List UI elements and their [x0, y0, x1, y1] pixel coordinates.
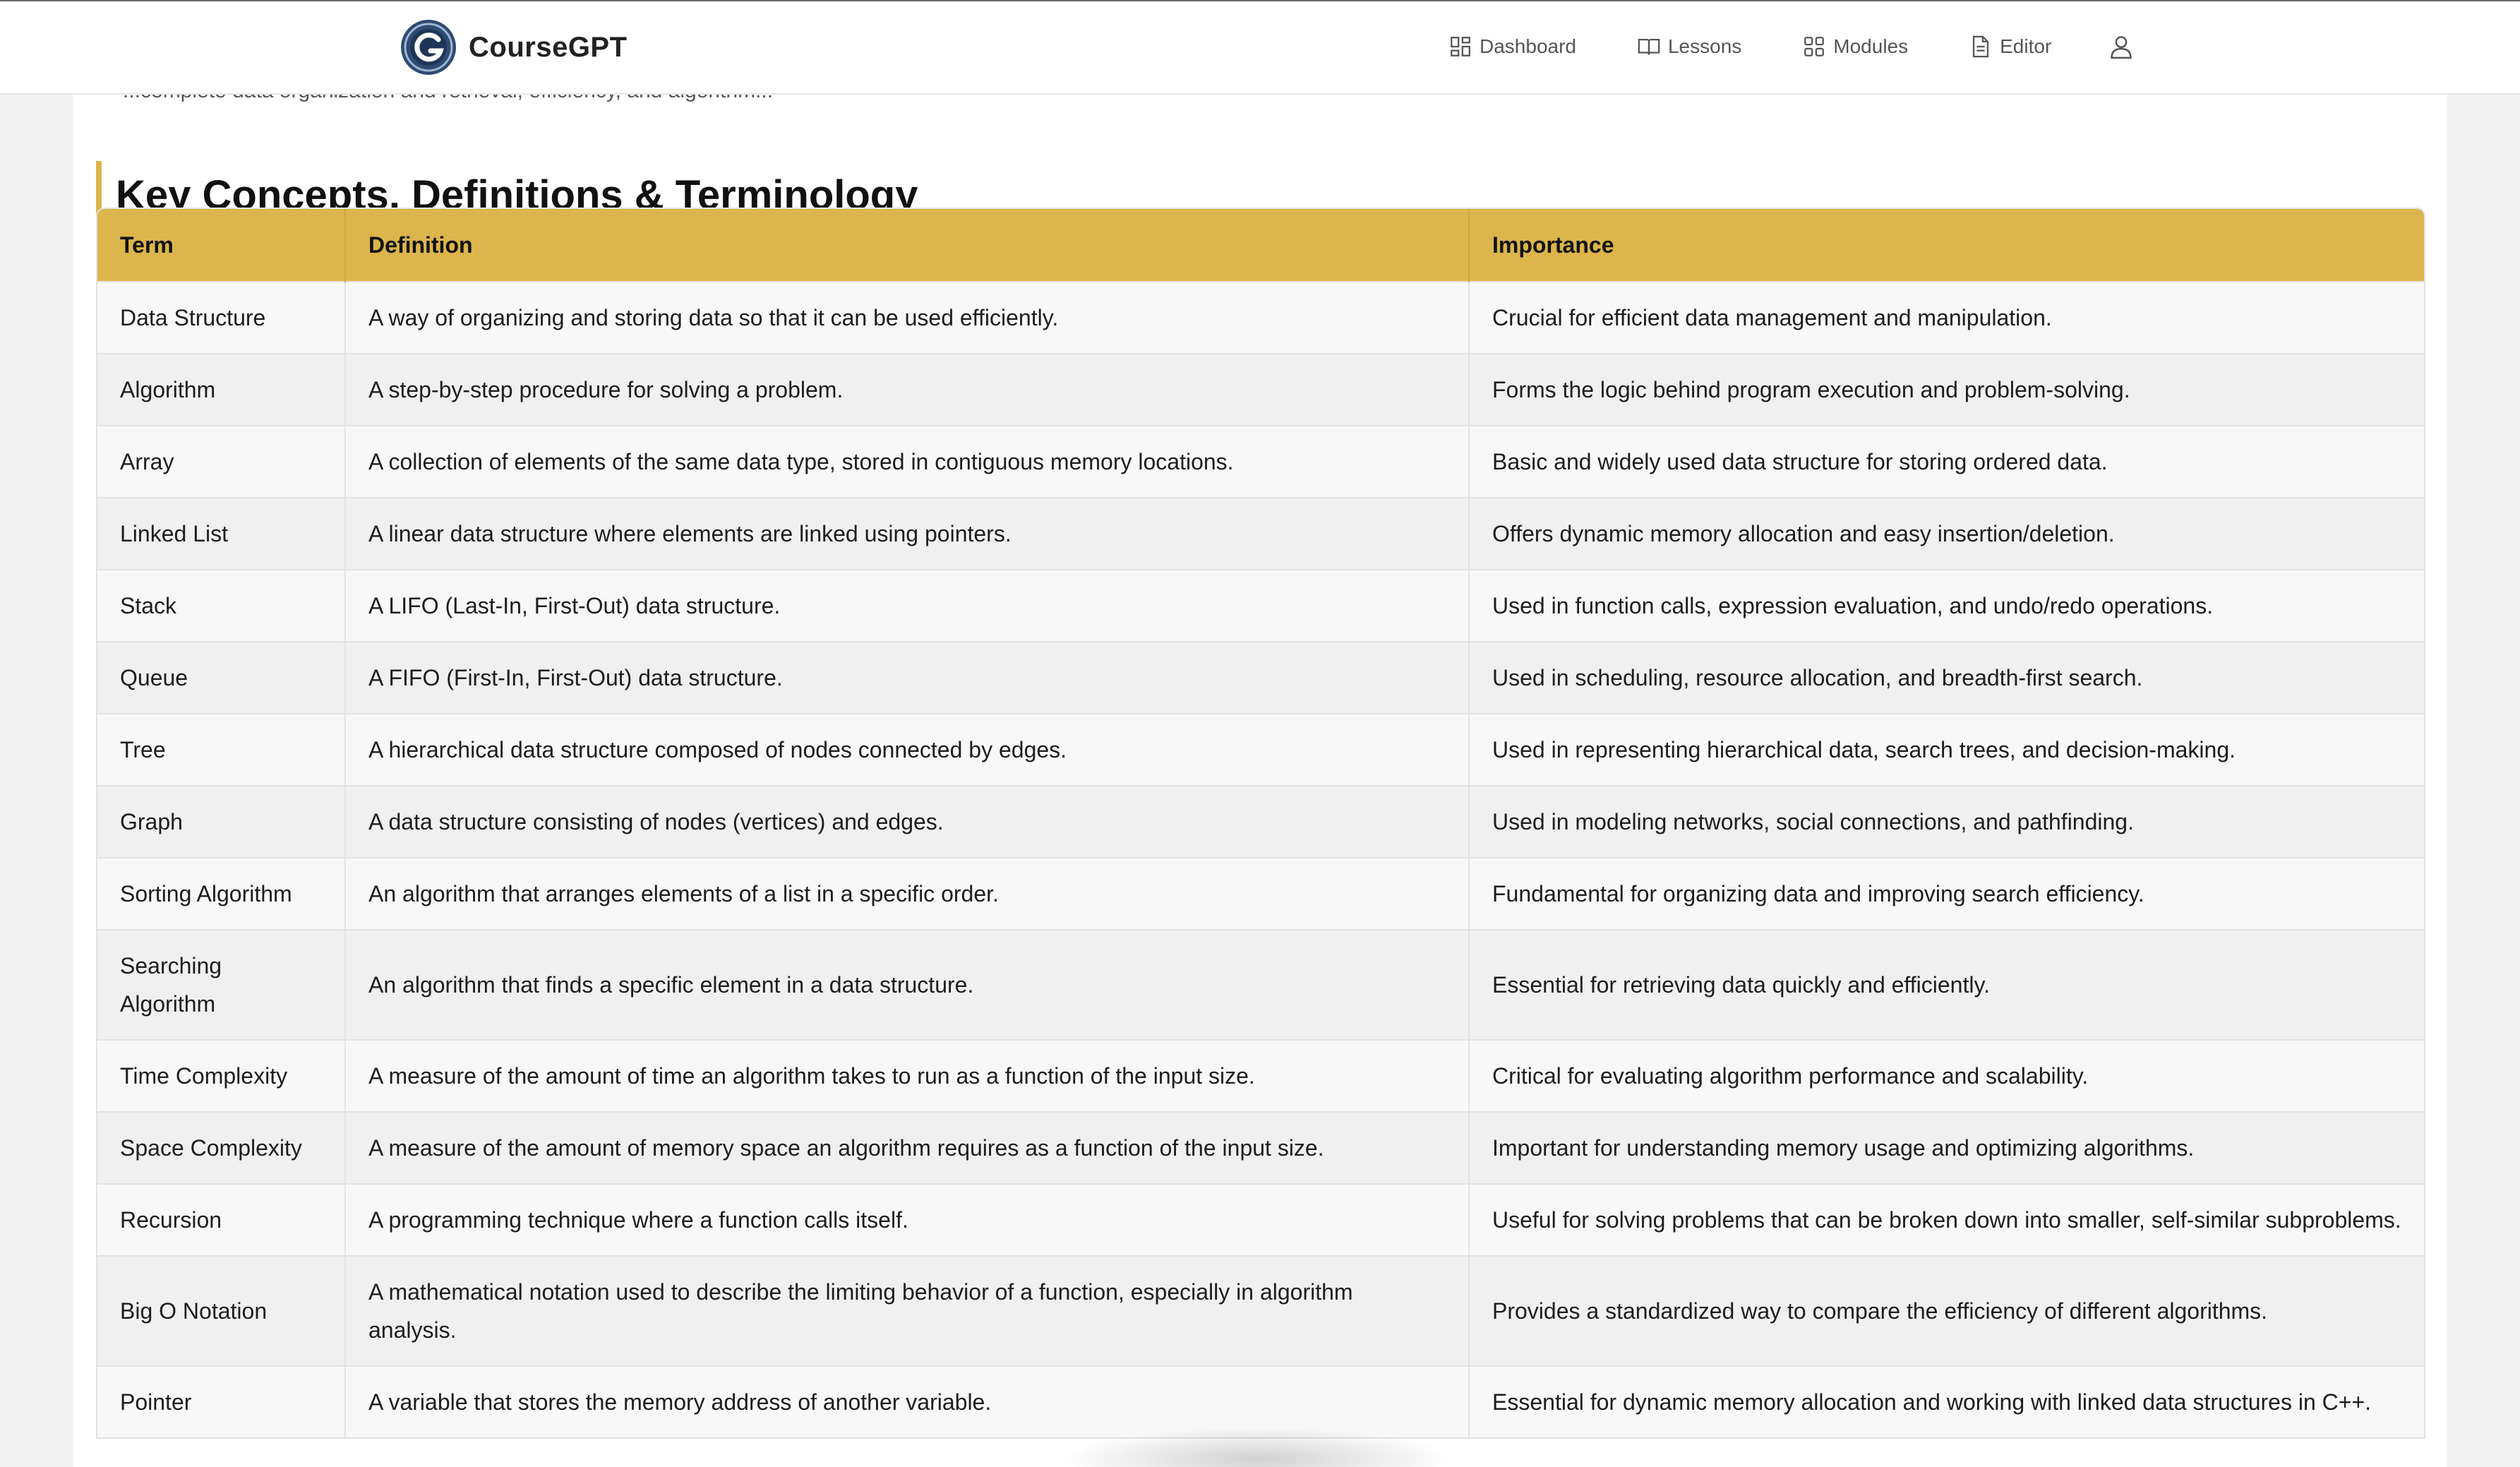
table-row: Algorithm A step-by-step procedure for so… — [97, 353, 2424, 426]
table-row: Space Complexity A measure of the amount … — [97, 1111, 2424, 1184]
cell-importance: Important for understanding memory usage… — [1469, 1111, 2424, 1184]
cell-definition: A FIFO (First-In, First-Out) data struct… — [345, 641, 1470, 714]
cell-definition: A programming technique where a function… — [345, 1183, 1470, 1256]
column-header-importance: Importance — [1469, 209, 2424, 282]
column-header-definition: Definition — [345, 209, 1470, 282]
nav-editor[interactable]: Editor — [1969, 35, 2051, 59]
cell-definition: A collection of elements of the same dat… — [345, 425, 1470, 498]
cell-term: Sorting Algorithm — [97, 857, 346, 930]
cell-definition: A variable that stores the memory addres… — [345, 1365, 1470, 1437]
nav-modules[interactable]: Modules — [1802, 35, 1908, 59]
cell-definition: A hierarchical data structure composed o… — [345, 713, 1470, 786]
user-icon[interactable] — [2108, 33, 2135, 60]
cell-importance: Used in representing hierarchical data, … — [1469, 713, 2424, 786]
table-row: Big O Notation A mathematical notation us… — [97, 1255, 2424, 1366]
nav-editor-label: Editor — [2000, 35, 2052, 57]
cell-importance: Fundamental for organizing data and impr… — [1469, 857, 2424, 930]
cell-definition: An algorithm that arranges elements of a… — [345, 857, 1470, 930]
cell-importance: Forms the logic behind program execution… — [1469, 353, 2424, 426]
brand[interactable]: CourseGPT — [400, 17, 628, 78]
cell-importance: Used in scheduling, resource allocation,… — [1469, 641, 2424, 714]
cell-term: Searching Algorithm — [97, 929, 346, 1040]
brand-name: CourseGPT — [469, 31, 628, 63]
cell-importance: Critical for evaluating algorithm perfor… — [1469, 1039, 2424, 1112]
table-row: Graph A data structure consisting of node… — [97, 785, 2424, 858]
cell-term: Time Complexity — [97, 1039, 346, 1112]
table-row: Pointer A variable that stores the memory… — [97, 1365, 2424, 1437]
table-row: Tree A hierarchical data structure compos… — [97, 713, 2424, 786]
cell-term: Queue — [97, 641, 346, 714]
cell-term: Pointer — [97, 1365, 346, 1437]
table-row: Recursion A programming technique where a… — [97, 1183, 2424, 1256]
cell-definition: A way of organizing and storing data so … — [345, 281, 1470, 354]
app-window: CourseGPT Dashboard Lessons Modules Edit… — [0, 0, 2520, 1467]
coursegpt-logo-icon — [401, 20, 456, 75]
top-header: CourseGPT Dashboard Lessons Modules Edit… — [0, 1, 2520, 95]
column-header-term: Term — [97, 209, 346, 282]
cell-definition: A measure of the amount of time an algor… — [345, 1039, 1470, 1112]
cell-definition: A measure of the amount of memory space … — [345, 1111, 1470, 1184]
terminology-table: Term Definition Importance Data Structur… — [96, 208, 2425, 1439]
table-row: Array A collection of elements of the sam… — [97, 425, 2424, 498]
book-icon — [1638, 38, 1660, 55]
cell-definition: A LIFO (Last-In, First-Out) data structu… — [345, 569, 1470, 642]
nav-modules-label: Modules — [1833, 35, 1909, 57]
cell-definition: A mathematical notation used to describe… — [345, 1255, 1470, 1366]
cell-definition: A data structure consisting of nodes (ve… — [345, 785, 1470, 858]
table-row: Queue A FIFO (First-In, First-Out) data s… — [97, 641, 2424, 714]
cell-importance: Used in function calls, expression evalu… — [1469, 569, 2424, 642]
cell-term: Big O Notation — [97, 1255, 346, 1366]
table-row: Time Complexity A measure of the amount o… — [97, 1039, 2424, 1112]
cell-importance: Provides a standardized way to compare t… — [1469, 1255, 2424, 1366]
cell-term: Space Complexity — [97, 1111, 346, 1184]
cell-term: Stack — [97, 569, 346, 642]
table-row: Linked List A linear data structure where… — [97, 497, 2424, 570]
cell-importance: Essential for dynamic memory allocation … — [1469, 1365, 2424, 1437]
nav-lessons[interactable]: Lessons — [1637, 35, 1741, 59]
cell-importance: Used in modeling networks, social connec… — [1469, 785, 2424, 858]
table-row: Sorting Algorithm An algorithm that arran… — [97, 857, 2424, 930]
cell-definition: A linear data structure where elements a… — [345, 497, 1470, 570]
cell-importance: Basic and widely used data structure for… — [1469, 425, 2424, 498]
cell-importance: Offers dynamic memory allocation and eas… — [1469, 497, 2424, 570]
cell-importance: Useful for solving problems that can be … — [1469, 1183, 2424, 1256]
nav-lessons-label: Lessons — [1667, 35, 1742, 57]
nav-dashboard-label: Dashboard — [1480, 35, 1576, 57]
dashboard-icon — [1451, 37, 1470, 56]
cell-importance: Crucial for efficient data management an… — [1469, 281, 2424, 354]
cell-term: Algorithm — [97, 353, 346, 426]
cell-definition: A step-by-step procedure for solving a p… — [345, 353, 1470, 426]
table-row: Stack A LIFO (Last-In, First-Out) data st… — [97, 569, 2424, 642]
cell-definition: An algorithm that finds a specific eleme… — [345, 929, 1470, 1040]
main-nav: Dashboard Lessons Modules Editor — [1448, 28, 2135, 65]
content-card: ...complete data organization and retrie… — [73, 79, 2447, 1467]
table-header-row: Term Definition Importance — [97, 209, 2424, 282]
cell-term: Graph — [97, 785, 346, 858]
document-icon — [1973, 35, 1989, 58]
grid-icon — [1804, 37, 1825, 56]
cell-term: Tree — [97, 713, 346, 786]
table-row: Searching Algorithm An algorithm that fin… — [97, 929, 2424, 1040]
cell-importance: Essential for retrieving data quickly an… — [1469, 929, 2424, 1040]
cell-term: Array — [97, 425, 346, 498]
cell-term: Recursion — [97, 1183, 346, 1256]
cell-term: Data Structure — [97, 281, 346, 354]
nav-dashboard[interactable]: Dashboard — [1448, 35, 1576, 59]
table-row: Data Structure A way of organizing and st… — [97, 281, 2424, 354]
cell-term: Linked List — [97, 497, 346, 570]
